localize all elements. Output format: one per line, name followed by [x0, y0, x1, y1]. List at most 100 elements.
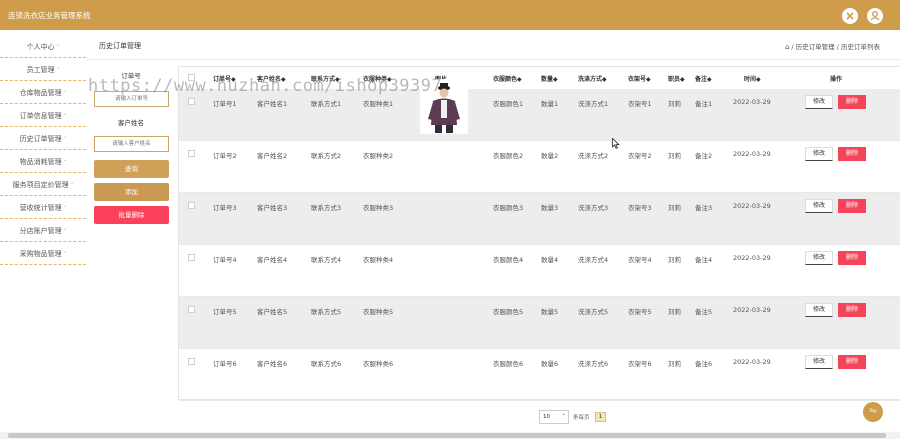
- customer-name-input[interactable]: [94, 136, 169, 152]
- cell-contact: 联系方式6: [311, 360, 342, 368]
- sidebar-item-pricing[interactable]: 服务项目定价管理 ˅: [0, 174, 86, 196]
- cell-color: 衣服颜色5: [493, 308, 524, 316]
- column-header[interactable]: 衣服颜色◆: [493, 74, 522, 83]
- sidebar-item-label: 订单信息管理: [19, 112, 62, 120]
- sidebar-item-label: 分店账户管理: [19, 227, 62, 235]
- edit-button[interactable]: 修改: [805, 95, 833, 109]
- row-checkbox[interactable]: [188, 306, 195, 313]
- edit-button[interactable]: 修改: [805, 251, 833, 265]
- cell-hanger: 衣架号1: [628, 100, 652, 108]
- cell-note: 备注5: [695, 308, 713, 316]
- cell-hanger: 衣架号4: [628, 256, 652, 264]
- breadcrumb-text[interactable]: / 历史订单管理 / 历史订单列表: [791, 43, 880, 51]
- cell-type: 衣服种类3: [363, 204, 394, 212]
- chevron-down-icon: ˅: [56, 68, 60, 74]
- cell-note: 备注3: [695, 204, 713, 212]
- app-title: 连锁洗衣店业务管理系统: [8, 11, 91, 20]
- sidebar-item-purchases[interactable]: 采购物品管理 ˅: [0, 243, 86, 265]
- user-icon[interactable]: [867, 8, 883, 24]
- cell-order: 订单号4: [213, 256, 237, 264]
- column-header[interactable]: 数量◆: [541, 74, 558, 83]
- column-header[interactable]: 时间◆: [744, 74, 761, 83]
- row-checkbox[interactable]: [188, 150, 195, 157]
- cell-hanger: 衣架号6: [628, 360, 652, 368]
- delete-button[interactable]: 删除: [838, 199, 866, 213]
- cell-color: 衣服颜色2: [493, 152, 524, 160]
- chevron-down-icon: ˅: [70, 183, 74, 189]
- sidebar-item-consumption[interactable]: 物品消耗管理 ˅: [0, 151, 86, 173]
- sidebar-item-warehouse[interactable]: 仓库物品管理 ˅: [0, 82, 86, 104]
- cell-order: 订单号2: [213, 152, 237, 160]
- horizontal-scrollbar[interactable]: [0, 432, 900, 439]
- batch-delete-button[interactable]: 批量删除: [94, 206, 169, 224]
- sidebar-item-label: 历史订单管理: [19, 135, 62, 143]
- sidebar: 个人中心 ˅ 员工管理 ˅ 仓库物品管理 ˅ 订单信息管理 ˅ 历史订单管理 ˅ 物品消耗…: [0, 30, 86, 439]
- cell-order: 订单号6: [213, 360, 237, 368]
- row-checkbox[interactable]: [188, 202, 195, 209]
- cell-color: 衣服颜色4: [493, 256, 524, 264]
- page-number-current[interactable]: 1: [595, 412, 606, 422]
- cell-staff: 刘莉: [668, 308, 681, 316]
- cell-type: 衣服种类4: [363, 256, 394, 264]
- delete-button[interactable]: 删除: [838, 303, 866, 317]
- back-to-top-button[interactable]: Top: [863, 402, 883, 422]
- chevron-down-icon: ˅: [63, 206, 67, 212]
- column-header[interactable]: 衣架号◆: [628, 74, 651, 83]
- column-header[interactable]: 洗涤方式◆: [578, 74, 607, 83]
- sidebar-item-staff[interactable]: 员工管理 ˅: [0, 59, 86, 81]
- sidebar-item-label: 个人中心: [26, 43, 55, 51]
- sidebar-item-orders[interactable]: 订单信息管理 ˅: [0, 105, 86, 127]
- delete-button[interactable]: 删除: [838, 355, 866, 369]
- cell-order: 订单号1: [213, 100, 237, 108]
- delete-button[interactable]: 删除: [838, 95, 866, 109]
- query-button[interactable]: 查询: [94, 160, 169, 178]
- sidebar-item-label: 服务项目定价管理: [12, 181, 69, 189]
- delete-button[interactable]: 删除: [838, 251, 866, 265]
- column-header[interactable]: 职员◆: [668, 74, 685, 83]
- sidebar-item-profile[interactable]: 个人中心 ˅: [0, 36, 86, 58]
- sidebar-item-label: 仓库物品管理: [19, 89, 62, 97]
- chevron-down-icon: ˅: [63, 137, 67, 143]
- cell-color: 衣服颜色1: [493, 100, 524, 108]
- cell-staff: 刘莉: [668, 360, 681, 368]
- top-bar: 连锁洗衣店业务管理系统: [0, 0, 900, 30]
- page-title: 历史订单管理: [99, 42, 141, 50]
- sidebar-item-history-orders[interactable]: 历史订单管理 ˅: [0, 128, 86, 150]
- edit-button[interactable]: 修改: [805, 355, 833, 369]
- delete-button[interactable]: 删除: [838, 147, 866, 161]
- add-button[interactable]: 添加: [94, 183, 169, 201]
- table-row: 订单号5 客户姓名5 联系方式5 衣服种类5 衣服颜色5 数量5 洗涤方式5 衣…: [179, 297, 900, 349]
- cell-contact: 联系方式4: [311, 256, 342, 264]
- edit-button[interactable]: 修改: [805, 303, 833, 317]
- home-icon[interactable]: ⌂: [785, 43, 789, 51]
- cell-type: 衣服种类1: [363, 100, 394, 108]
- cell-staff: 刘莉: [668, 204, 681, 212]
- row-checkbox[interactable]: [188, 358, 195, 365]
- expand-icon[interactable]: [842, 8, 858, 24]
- cell-wash: 洗涤方式4: [578, 256, 609, 264]
- edit-button[interactable]: 修改: [805, 199, 833, 213]
- cell-note: 备注1: [695, 100, 713, 108]
- sidebar-item-label: 采购物品管理: [19, 250, 62, 258]
- cell-hanger: 衣架号2: [628, 152, 652, 160]
- table-row: 订单号6 客户姓名6 联系方式6 衣服种类6 衣服颜色6 数量6 洗涤方式6 衣…: [179, 349, 900, 401]
- sidebar-item-label: 员工管理: [26, 66, 55, 74]
- page-size-select[interactable]: 10 ˅: [539, 410, 569, 424]
- orders-table: 订单号◆ 客户姓名◆ 联系方式◆ 衣服种类◆ 图片 衣服颜色◆ 数量◆ 洗涤方式…: [178, 66, 900, 401]
- cell-time: 2022-03-29: [733, 202, 771, 210]
- row-checkbox[interactable]: [188, 254, 195, 261]
- sidebar-item-label: 营收统计管理: [19, 204, 62, 212]
- cell-customer: 客户姓名3: [257, 204, 288, 212]
- row-checkbox[interactable]: [188, 98, 195, 105]
- edit-button[interactable]: 修改: [805, 147, 833, 161]
- cell-time: 2022-03-29: [733, 98, 771, 106]
- scrollbar-thumb[interactable]: [8, 433, 886, 438]
- sidebar-item-revenue[interactable]: 营收统计管理 ˅: [0, 197, 86, 219]
- column-header[interactable]: 备注◆: [695, 74, 712, 83]
- cell-staff: 刘莉: [668, 256, 681, 264]
- cell-qty: 数量2: [541, 152, 559, 160]
- sidebar-item-branch-accounts[interactable]: 分店账户管理 ˅: [0, 220, 86, 242]
- cell-contact: 联系方式3: [311, 204, 342, 212]
- cell-staff: 刘莉: [668, 152, 681, 160]
- cell-qty: 数量6: [541, 360, 559, 368]
